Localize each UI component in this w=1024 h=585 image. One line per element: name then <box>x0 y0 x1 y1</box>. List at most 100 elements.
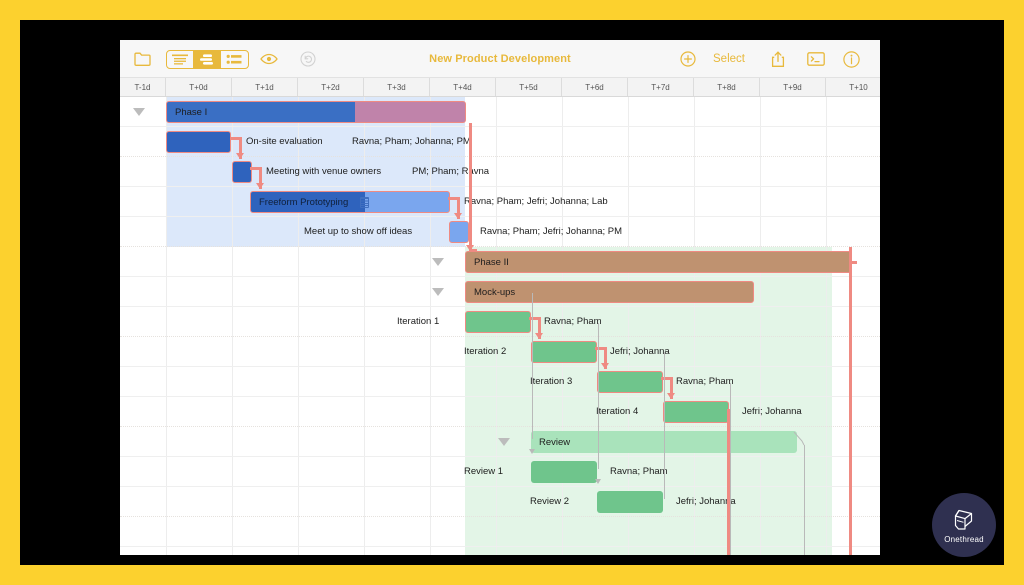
table-row: Iteration 2 Jefri; Johanna <box>120 337 880 367</box>
ruler-tick: T+1d <box>232 78 298 96</box>
row-label-iteration-2: Iteration 2 <box>464 346 507 357</box>
info-circle-icon[interactable] <box>843 50 860 68</box>
view-mode-segmented-control[interactable] <box>166 49 249 69</box>
row-label-on-site-evaluation: On-site evaluation <box>246 136 323 147</box>
dependency-arrow <box>466 245 474 251</box>
disclosure-triangle-phase-1[interactable] <box>133 108 145 116</box>
summary-link-line <box>664 353 665 499</box>
ruler-tick: T+0d <box>166 78 232 96</box>
dependency-line <box>469 123 472 251</box>
gantt-chart-area[interactable]: Phase I On-site evaluation Ravna; Pham; … <box>120 97 880 555</box>
summary-bracket-line <box>804 445 805 555</box>
row-label-review-1: Review 1 <box>464 466 504 477</box>
dependency-line <box>849 247 852 555</box>
bar-on-site-evaluation[interactable] <box>166 131 231 153</box>
export-icon[interactable] <box>807 52 825 66</box>
table-row: Review <box>120 427 880 457</box>
select-button[interactable]: Select <box>713 53 745 65</box>
device-frame: New Product Development Select T-1d T+0d… <box>20 20 1004 565</box>
dependency-arrow <box>454 213 462 219</box>
dependency-line <box>849 261 857 264</box>
view-mode-gantt[interactable] <box>194 50 221 68</box>
bar-iteration-4[interactable] <box>663 401 729 423</box>
row-resources-iteration-4: Jefri; Johanna <box>742 406 802 417</box>
dependency-arrow <box>601 363 609 369</box>
row-resources-on-site-evaluation: Ravna; Pham; Johanna; PM <box>352 136 471 147</box>
summary-link-arrow <box>594 479 601 484</box>
ruler-tick: T+8d <box>694 78 760 96</box>
ruler-tick: T+7d <box>628 78 694 96</box>
row-resources-meet-up-to-show-off-ideas: Ravna; Pham; Jefri; Johanna; PM <box>480 226 623 237</box>
table-row: Phase II <box>120 247 880 277</box>
bar-iteration-2[interactable] <box>531 341 597 363</box>
bar-label: Phase II <box>474 256 509 268</box>
row-resources-freeform-prototyping: Ravna; Pham; Jefri; Johanna; Lab <box>464 196 608 207</box>
bar-review-1[interactable] <box>531 461 597 483</box>
note-icon[interactable] <box>360 196 370 208</box>
table-row: Iteration 1 Ravna; Pham <box>120 307 880 337</box>
row-label-review-2: Review 2 <box>530 496 570 507</box>
bar-label: Review <box>539 436 571 448</box>
dependency-arrow <box>236 153 244 159</box>
disclosure-triangle-mock-ups[interactable] <box>432 288 444 296</box>
summary-link-line <box>598 323 599 469</box>
summary-bracket-curve <box>793 431 805 446</box>
share-icon[interactable] <box>771 51 785 68</box>
bar-freeform-prototyping[interactable]: Freeform Prototyping <box>250 191 450 213</box>
dependency-arrow <box>256 183 264 189</box>
table-row: Iteration 4 Jefri; Johanna <box>120 397 880 427</box>
bar-phase-2[interactable]: Phase II <box>465 251 852 273</box>
bar-meeting-with-venue-owners[interactable] <box>232 161 252 183</box>
row-resources-review-1: Ravna; Pham <box>610 466 668 477</box>
dependency-arrow <box>667 393 675 399</box>
ruler-tick: T+9d <box>760 78 826 96</box>
plus-circle-icon[interactable] <box>680 51 696 67</box>
onethread-watermark: Onethread <box>932 493 996 557</box>
row-label-meet-up-to-show-off-ideas: Meet up to show off ideas <box>304 226 413 237</box>
bar-label: Freeform Prototyping <box>259 196 349 208</box>
table-row: Review 2 Jefri; Johanna <box>120 487 880 517</box>
disclosure-triangle-phase-2[interactable] <box>432 258 444 266</box>
table-row: Iteration 3 Ravna; Pham <box>120 367 880 397</box>
view-mode-outline[interactable] <box>167 50 194 68</box>
table-row: Phase I <box>120 97 880 127</box>
bar-label: Phase I <box>175 106 208 118</box>
table-row: Review 1 Ravna; Pham <box>120 457 880 487</box>
bar-iteration-3[interactable] <box>597 371 663 393</box>
row-resources-iteration-1: Ravna; Pham <box>544 316 602 327</box>
bar-review-2[interactable] <box>597 491 663 513</box>
watermark-label: Onethread <box>944 534 984 544</box>
ruler-tick: T+10 <box>826 78 880 96</box>
timeline-ruler: T-1d T+0d T+1d T+2d T+3d T+4d T+5d T+6d … <box>120 78 880 97</box>
dependency-arrow <box>535 333 543 339</box>
toolbar: New Product Development Select <box>120 40 880 78</box>
bar-iteration-1[interactable] <box>465 311 531 333</box>
ruler-tick: T+6d <box>562 78 628 96</box>
ruler-tick: T+3d <box>364 78 430 96</box>
bar-label: Mock-ups <box>474 286 516 298</box>
row-label-iteration-4: Iteration 4 <box>596 406 639 417</box>
ruler-tick: T+4d <box>430 78 496 96</box>
row-label-iteration-1: Iteration 1 <box>397 316 440 327</box>
onethread-logo-icon <box>954 509 973 530</box>
eye-icon[interactable] <box>260 53 278 65</box>
table-row: Meet up to show off ideas Ravna; Pham; J… <box>120 217 880 247</box>
folder-icon[interactable] <box>134 52 151 66</box>
table-row: On-site evaluation Ravna; Pham; Johanna;… <box>120 127 880 157</box>
summary-link-line <box>532 293 533 439</box>
undo-icon <box>300 51 316 67</box>
row-resources-iteration-3: Ravna; Pham <box>676 376 734 387</box>
bar-phase-1[interactable]: Phase I <box>166 101 466 123</box>
ruler-tick: T+2d <box>298 78 364 96</box>
row-label-meeting-with-venue-owners: Meeting with venue owners <box>266 166 382 177</box>
summary-link-line <box>730 383 731 555</box>
row-resources-iteration-2: Jefri; Johanna <box>610 346 670 357</box>
row-resources-meeting-with-venue-owners: PM; Pham; Ravna <box>412 166 490 177</box>
disclosure-triangle-review[interactable] <box>498 438 510 446</box>
bar-meet-up-to-show-off-ideas[interactable] <box>449 221 469 243</box>
table-row: Meeting with venue owners PM; Pham; Ravn… <box>120 157 880 187</box>
table-row: Freeform Prototyping Ravna; Pham; Jefri;… <box>120 187 880 217</box>
view-mode-grid[interactable] <box>221 51 248 68</box>
bar-mock-ups[interactable]: Mock-ups <box>465 281 754 303</box>
table-row: Mock-ups <box>120 277 880 307</box>
